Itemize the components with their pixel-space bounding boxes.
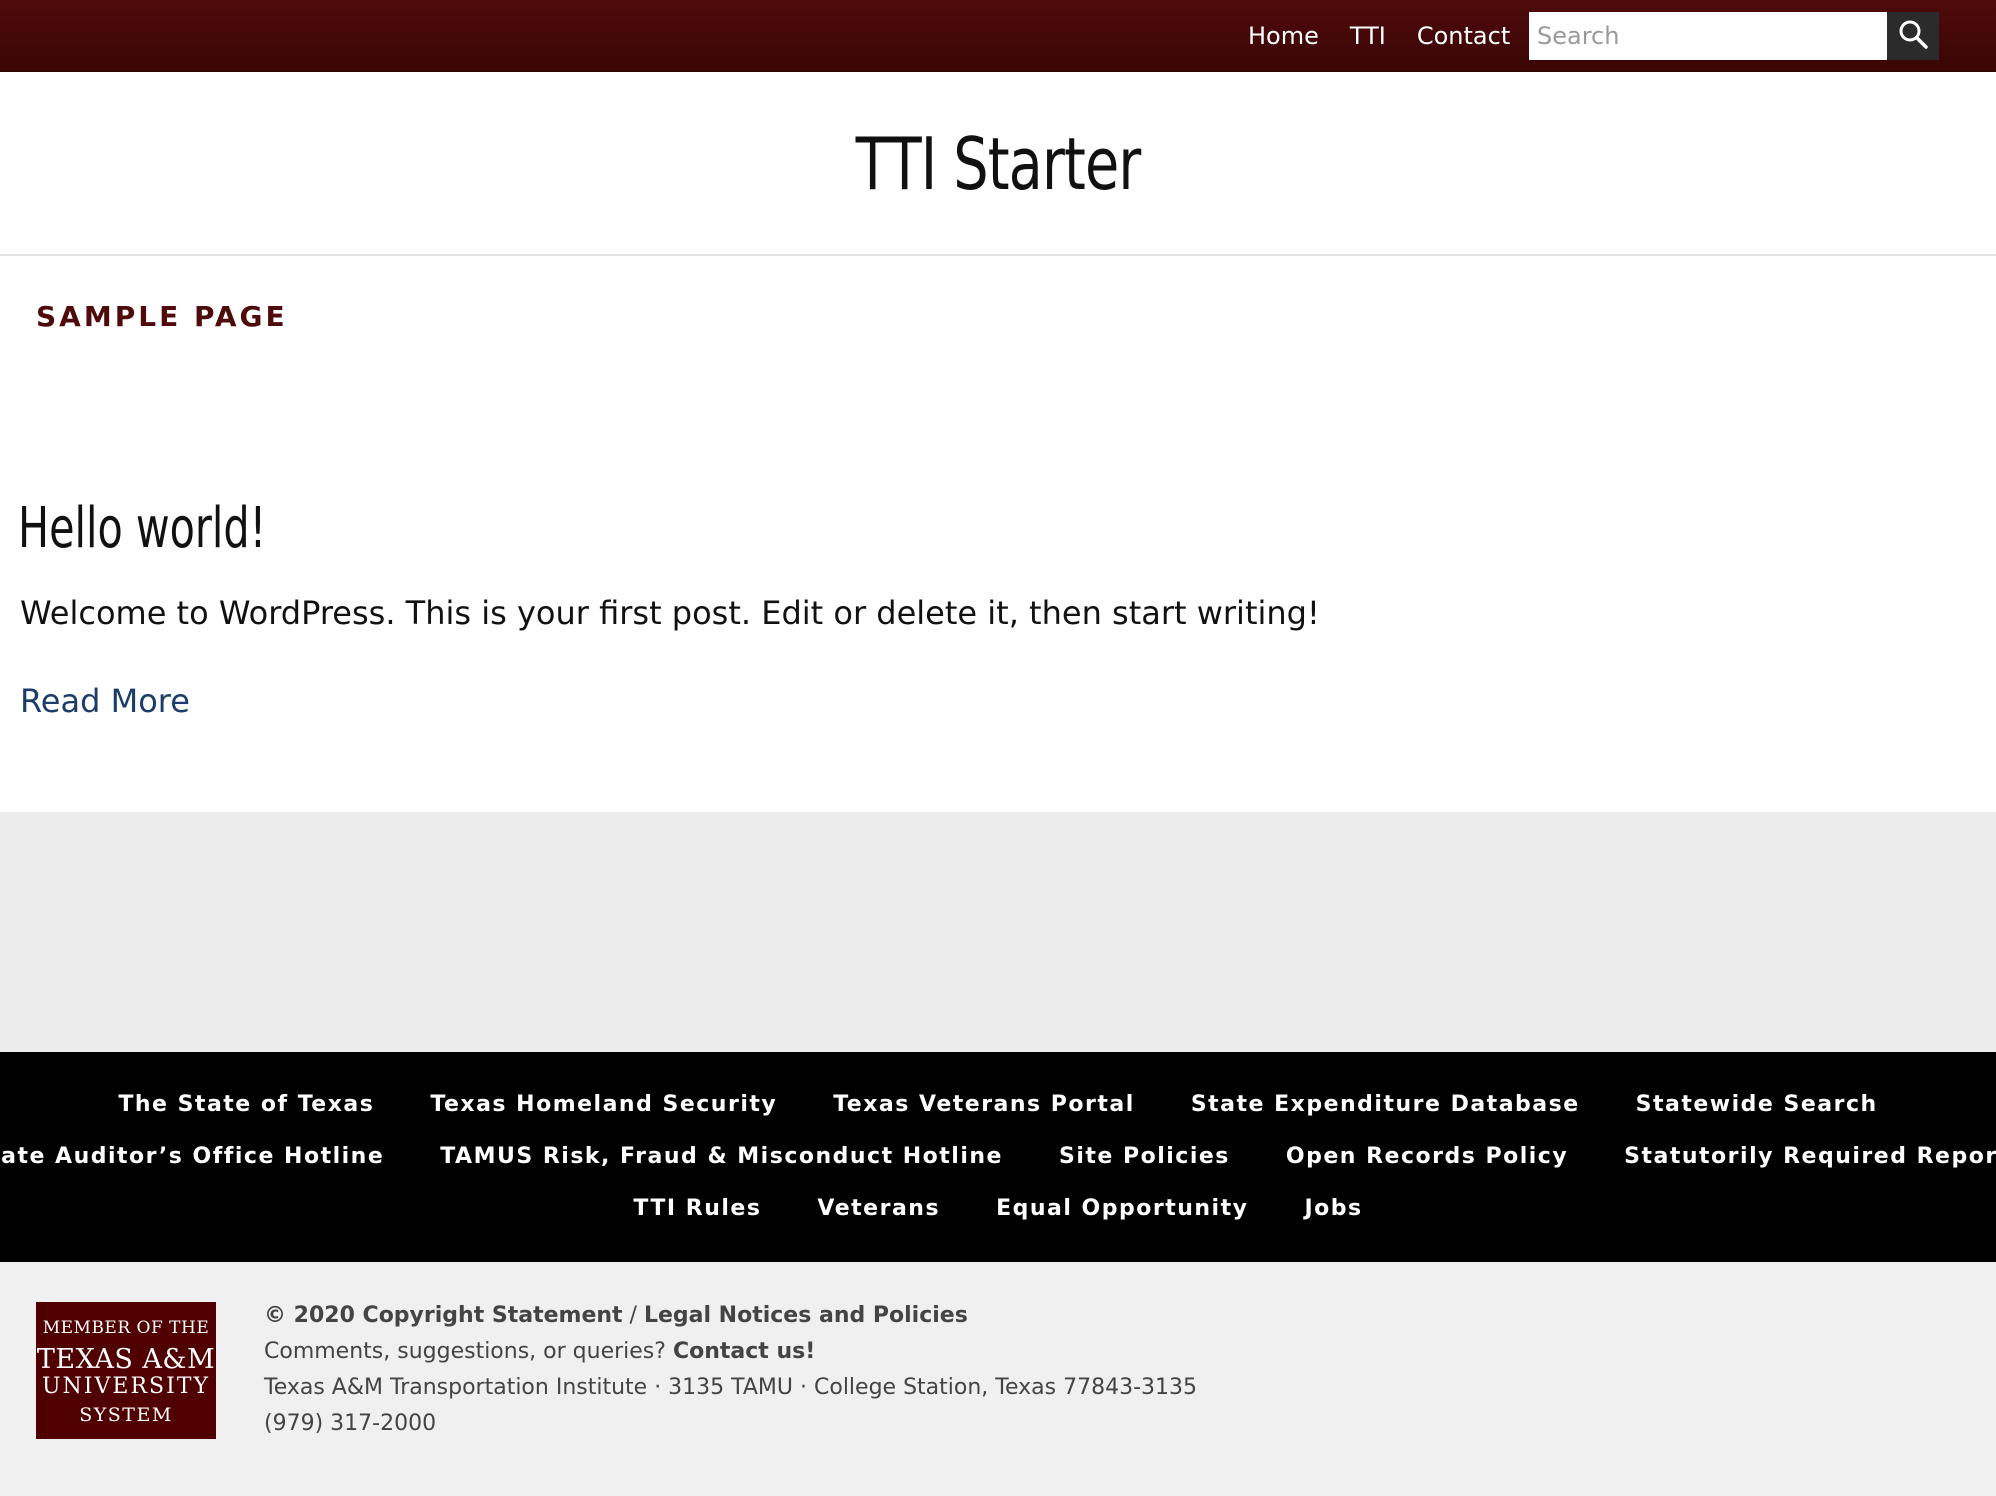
footer-link-veterans-portal[interactable]: Texas Veterans Portal bbox=[833, 1092, 1135, 1117]
site-header: TTI Starter bbox=[0, 72, 1996, 256]
legal-notices-link[interactable]: Legal Notices and Policies bbox=[644, 1303, 968, 1328]
nav-tti[interactable]: TTI bbox=[1350, 22, 1386, 50]
nav-contact[interactable]: Contact bbox=[1417, 22, 1510, 50]
footer-info: © 2020 Copyright Statement / Legal Notic… bbox=[264, 1298, 1197, 1442]
top-bar: Home TTI Contact bbox=[0, 0, 1996, 72]
post-excerpt: Welcome to WordPress. This is your first… bbox=[20, 594, 1320, 632]
footer-link-tamus-hotline[interactable]: TAMUS Risk, Fraud & Misconduct Hotline bbox=[440, 1144, 1003, 1169]
copyright-separator: / bbox=[622, 1303, 644, 1328]
footer-link-required-reports[interactable]: Statutorily Required Reports bbox=[1624, 1144, 1996, 1169]
search-button[interactable] bbox=[1887, 12, 1939, 60]
main-content: SAMPLE PAGE Hello world! Welcome to Word… bbox=[0, 256, 1996, 812]
copyright-link[interactable]: © 2020 Copyright Statement bbox=[264, 1303, 623, 1328]
search-icon bbox=[1898, 19, 1928, 53]
phone-text: (979) 317-2000 bbox=[264, 1411, 437, 1436]
comments-text: Comments, suggestions, or queries? bbox=[264, 1339, 673, 1364]
post-title[interactable]: Hello world! bbox=[18, 496, 266, 561]
footer-link-expenditure-database[interactable]: State Expenditure Database bbox=[1191, 1092, 1580, 1117]
footer-links-row-1: The State of Texas Texas Homeland Securi… bbox=[0, 1092, 1996, 1117]
logo-line-1: MEMBER OF THE bbox=[42, 1318, 210, 1338]
footer-link-tti-rules[interactable]: TTI Rules bbox=[633, 1196, 761, 1221]
search-form bbox=[1529, 12, 1939, 60]
site-title[interactable]: TTI Starter bbox=[140, 122, 1857, 206]
footer-link-site-policies[interactable]: Site Policies bbox=[1059, 1144, 1230, 1169]
nav-home[interactable]: Home bbox=[1248, 22, 1319, 50]
logo-line-3: UNIVERSITY bbox=[42, 1374, 210, 1399]
logo-line-2: TEXAS A&M bbox=[36, 1344, 216, 1375]
footer-link-open-records[interactable]: Open Records Policy bbox=[1286, 1144, 1568, 1169]
contact-us-link[interactable]: Contact us! bbox=[673, 1339, 815, 1364]
footer-link-veterans[interactable]: Veterans bbox=[817, 1196, 940, 1221]
footer-link-jobs[interactable]: Jobs bbox=[1304, 1196, 1362, 1221]
footer-link-equal-opportunity[interactable]: Equal Opportunity bbox=[996, 1196, 1248, 1221]
address-text: Texas A&M Transportation Institute · 313… bbox=[264, 1375, 1197, 1400]
footer-links: The State of Texas Texas Homeland Securi… bbox=[0, 1052, 1996, 1262]
footer-link-state-of-texas[interactable]: The State of Texas bbox=[118, 1092, 374, 1117]
footer-link-homeland-security[interactable]: Texas Homeland Security bbox=[430, 1092, 777, 1117]
site-footer: MEMBER OF THE TEXAS A&M UNIVERSITY SYSTE… bbox=[0, 1262, 1996, 1496]
comments-line: Comments, suggestions, or queries? Conta… bbox=[264, 1334, 1197, 1370]
sample-page-link[interactable]: SAMPLE PAGE bbox=[36, 300, 288, 333]
logo-line-4: SYSTEM bbox=[79, 1404, 173, 1426]
widget-area bbox=[0, 812, 1996, 1052]
footer-links-row-2: State Auditor’s Office Hotline TAMUS Ris… bbox=[0, 1144, 1996, 1169]
copyright-line: © 2020 Copyright Statement / Legal Notic… bbox=[264, 1298, 1197, 1334]
top-nav: Home TTI Contact bbox=[1248, 0, 1541, 72]
read-more-link[interactable]: Read More bbox=[20, 682, 190, 720]
footer-link-statewide-search[interactable]: Statewide Search bbox=[1636, 1092, 1878, 1117]
tamus-member-logo[interactable]: MEMBER OF THE TEXAS A&M UNIVERSITY SYSTE… bbox=[36, 1302, 216, 1439]
footer-links-row-3: TTI Rules Veterans Equal Opportunity Job… bbox=[0, 1196, 1996, 1221]
footer-link-auditor-hotline[interactable]: State Auditor’s Office Hotline bbox=[0, 1144, 384, 1169]
search-input[interactable] bbox=[1529, 12, 1887, 60]
